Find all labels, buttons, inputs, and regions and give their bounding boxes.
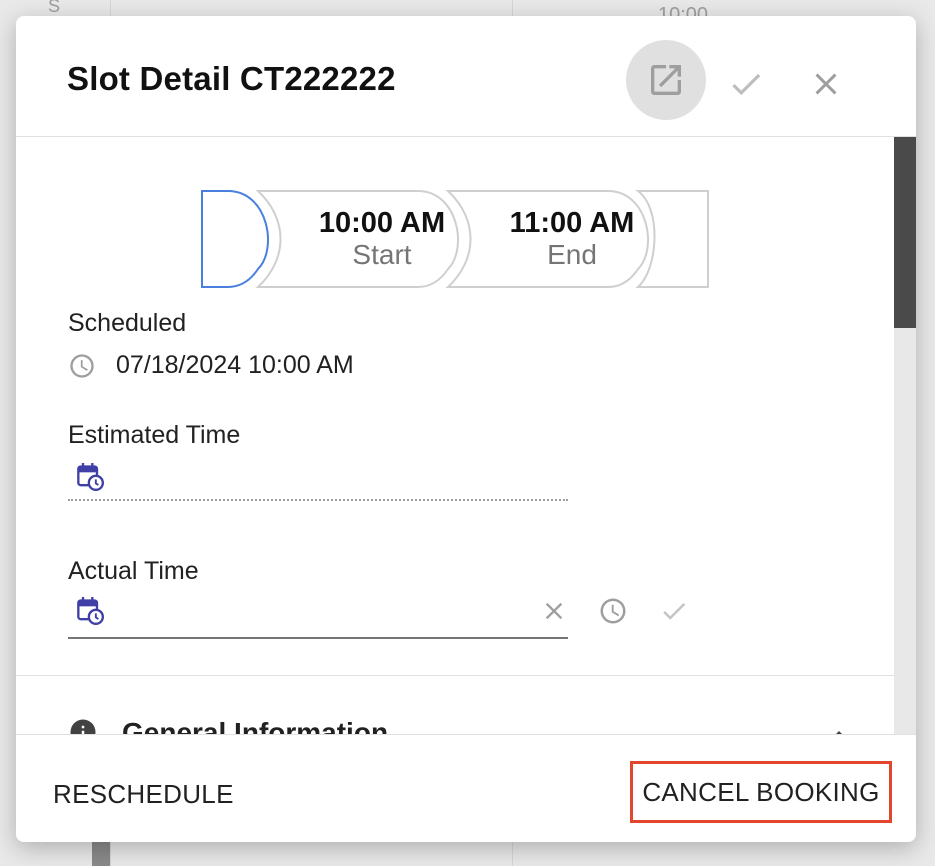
chevron-up-icon[interactable]: [824, 721, 854, 734]
end-time: 11:00 AM: [509, 207, 635, 239]
actual-time-label: Actual Time: [68, 557, 199, 585]
actual-time-clear-button[interactable]: [536, 593, 572, 629]
clock-icon: [70, 353, 94, 378]
cancel-booking-button[interactable]: CANCEL BOOKING: [630, 761, 892, 823]
actual-time-input[interactable]: [68, 595, 568, 639]
scheduled-value: 07/18/2024 10:00 AM: [116, 351, 354, 379]
actual-time-confirm-button[interactable]: [656, 593, 692, 629]
confirm-button[interactable]: [716, 58, 776, 110]
calendar-clock-icon[interactable]: [76, 595, 104, 627]
check-icon: [663, 603, 686, 620]
scheduled-label: Scheduled: [68, 309, 187, 337]
end-label: End: [547, 239, 597, 270]
slot-detail-dialog: Slot Detail CT222222 10:00 AM Start 11:0…: [16, 16, 916, 842]
calendar-clock-icon[interactable]: [76, 461, 104, 493]
section-divider: [16, 675, 894, 676]
close-icon: [545, 602, 563, 620]
scrollbar-thumb[interactable]: [894, 137, 916, 328]
dialog-title: Slot Detail CT222222: [67, 60, 396, 97]
estimated-time-input[interactable]: [68, 461, 568, 501]
start-label: Start: [352, 239, 412, 270]
stepper-end[interactable]: 11:00 AM End: [502, 207, 642, 271]
dialog-footer: RESCHEDULE CANCEL BOOKING: [16, 734, 916, 842]
stepper-start[interactable]: 10:00 AM Start: [312, 207, 452, 271]
dialog-header: Slot Detail CT222222: [16, 16, 916, 137]
open-in-new-button[interactable]: [626, 40, 706, 120]
reschedule-button[interactable]: RESCHEDULE: [53, 779, 234, 810]
scheduled-row: 07/18/2024 10:00 AM: [68, 351, 354, 380]
scrollbar[interactable]: [894, 137, 916, 734]
general-information-header[interactable]: General Information: [68, 717, 848, 734]
dialog-body: 10:00 AM Start 11:00 AM End Scheduled 07…: [16, 137, 894, 734]
calendar-event-bar[interactable]: [92, 838, 110, 866]
stepper-active-shape: [201, 190, 269, 288]
info-icon: [70, 719, 96, 734]
actual-time-now-button[interactable]: [595, 593, 631, 629]
open-in-new-icon: [651, 65, 681, 95]
check-icon: [732, 73, 761, 96]
start-time: 10:00 AM: [318, 207, 446, 239]
time-stepper: 10:00 AM Start 11:00 AM End: [200, 189, 712, 289]
close-button[interactable]: [796, 58, 856, 110]
clock-icon: [600, 598, 626, 624]
close-icon: [815, 73, 837, 95]
estimated-time-label: Estimated Time: [68, 421, 241, 449]
calendar-column-letter: S: [48, 0, 61, 16]
general-information-title: General Information: [122, 717, 389, 734]
